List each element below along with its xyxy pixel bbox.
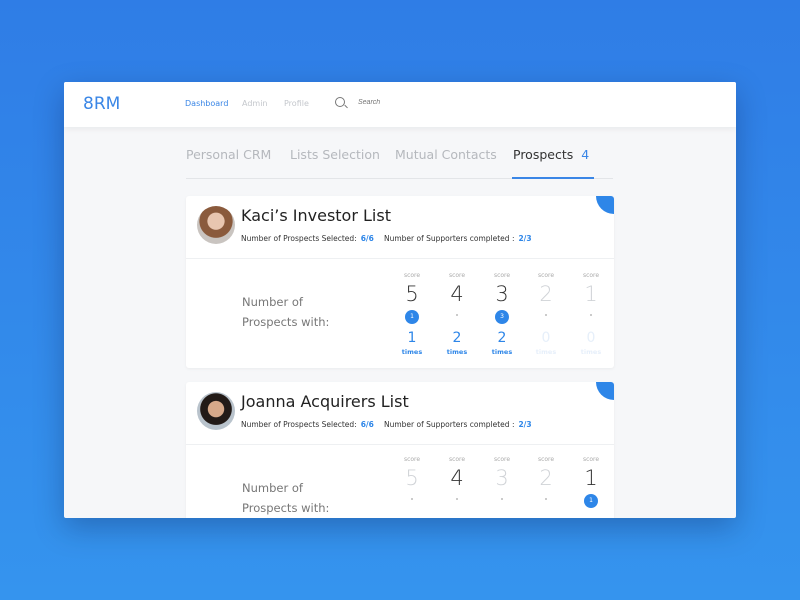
score-label: score: [448, 456, 466, 463]
nav-dashboard[interactable]: Dashboard: [185, 99, 228, 108]
search-input[interactable]: [358, 99, 438, 106]
score-label: score: [582, 272, 600, 279]
tab-mutual-contacts[interactable]: Mutual Contacts: [395, 147, 497, 162]
times-label: times: [401, 348, 423, 356]
selected-badge: 1: [584, 494, 598, 508]
search-icon[interactable]: [335, 97, 345, 107]
notification-corner[interactable]: 🔔: [596, 382, 614, 400]
tab-prospects[interactable]: Prospects 4: [513, 147, 589, 162]
times-count: 0: [586, 330, 596, 346]
tab-lists-selection[interactable]: Lists Selection: [290, 147, 380, 162]
prospects-with-label: Number of Prospects with:: [242, 478, 329, 518]
empty-dot: [456, 498, 458, 500]
stat-value: 2/3: [518, 420, 532, 429]
score-label: score: [537, 272, 555, 279]
score-value: 3: [495, 282, 509, 306]
nav-profile[interactable]: Profile: [284, 99, 309, 108]
prospects-with-label: Number of Prospects with:: [242, 292, 329, 332]
times-label: times: [535, 348, 557, 356]
score-value: 5: [405, 466, 419, 490]
stat-label: Number of Prospects Selected:: [241, 420, 357, 429]
supporters-completed: Number of Supporters completed :2/3: [384, 420, 532, 429]
empty-dot: [411, 498, 413, 500]
stat-value: 2/3: [518, 234, 532, 243]
tab-bar: Personal CRM Lists Selection Mutual Cont…: [186, 142, 613, 179]
prospects-selected: Number of Prospects Selected: 6/6: [241, 234, 374, 243]
active-tab-underline: [512, 177, 594, 179]
empty-dot: [545, 314, 547, 316]
score-value: 2: [539, 282, 553, 306]
stat-value: 6/6: [360, 234, 374, 243]
score-value: 2: [539, 466, 553, 490]
score-label: score: [403, 456, 421, 463]
avatar: [197, 206, 235, 244]
label-line: Number of: [242, 295, 303, 309]
stat-value: 6/6: [360, 420, 374, 429]
prospect-list-card: 🔔 Joanna Acquirers List Number of Prospe…: [186, 382, 614, 518]
times-count: 1: [407, 330, 417, 346]
list-title[interactable]: Kaci’s Investor List: [241, 206, 391, 225]
score-label: score: [537, 456, 555, 463]
label-line: Prospects with:: [242, 315, 330, 329]
nav-admin[interactable]: Admin: [242, 99, 268, 108]
divider: [186, 444, 614, 445]
tab-count: 4: [581, 147, 590, 162]
top-header: 8RM Dashboard Admin Profile: [64, 82, 736, 127]
score-label: score: [493, 272, 511, 279]
score-value: 3: [495, 466, 509, 490]
logo[interactable]: 8RM: [83, 94, 120, 114]
empty-dot: [501, 498, 503, 500]
score-label: score: [448, 272, 466, 279]
tab-personal-crm[interactable]: Personal CRM: [186, 147, 271, 162]
score-label: score: [582, 456, 600, 463]
score-value: 4: [450, 466, 464, 490]
label-line: Prospects with:: [242, 501, 330, 515]
score-value: 1: [584, 282, 598, 306]
selected-badge: 1: [405, 310, 419, 324]
tab-label: Prospects: [513, 147, 574, 162]
selected-badge: 3: [495, 310, 509, 324]
prospects-selected: Number of Prospects Selected: 6/6: [241, 420, 374, 429]
score-value: 5: [405, 282, 419, 306]
prospect-list-card: 🔔 Kaci’s Investor List Number of Prospec…: [186, 196, 614, 368]
app-window: 8RM Dashboard Admin Profile Personal CRM…: [64, 82, 736, 518]
score-label: score: [403, 272, 421, 279]
notification-corner[interactable]: 🔔: [596, 196, 614, 214]
times-label: times: [580, 348, 602, 356]
label-line: Number of: [242, 481, 303, 495]
empty-dot: [590, 314, 592, 316]
times-label: times: [446, 348, 468, 356]
empty-dot: [456, 314, 458, 316]
times-count: 0: [541, 330, 551, 346]
supporters-completed: Number of Supporters completed :2/3: [384, 234, 532, 243]
list-title[interactable]: Joanna Acquirers List: [241, 392, 409, 411]
score-label: score: [493, 456, 511, 463]
score-value: 4: [450, 282, 464, 306]
times-label: times: [491, 348, 513, 356]
empty-dot: [545, 498, 547, 500]
score-value: 1: [584, 466, 598, 490]
divider: [186, 258, 614, 259]
stat-label: Number of Supporters completed :: [384, 420, 515, 429]
stat-label: Number of Prospects Selected:: [241, 234, 357, 243]
stat-label: Number of Supporters completed :: [384, 234, 515, 243]
times-count: 2: [452, 330, 462, 346]
avatar: [197, 392, 235, 430]
times-count: 2: [497, 330, 507, 346]
